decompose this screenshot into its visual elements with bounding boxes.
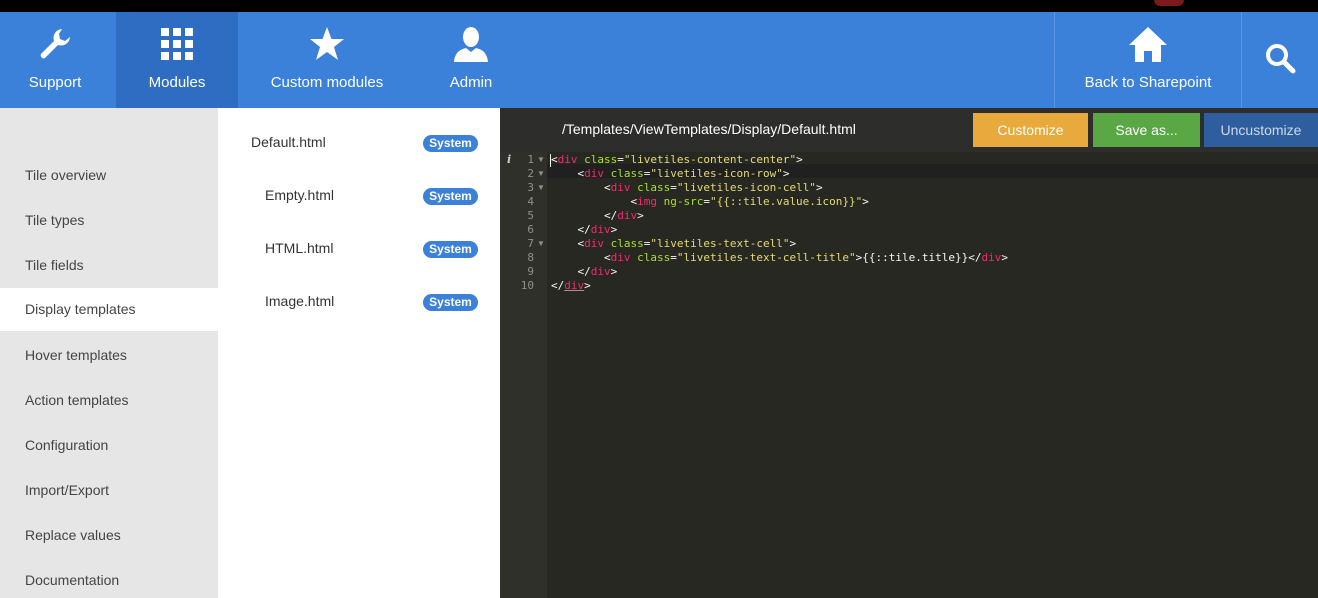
sidebar-item-configuration[interactable]: Configuration <box>0 430 218 460</box>
list-item[interactable]: HTML.html System <box>219 234 500 264</box>
grid-icon <box>116 26 238 62</box>
nav-admin[interactable]: Admin <box>416 12 526 108</box>
sidebar: Tile overview Tile types Tile fields Dis… <box>0 108 219 598</box>
sidebar-item-hover-templates[interactable]: Hover templates <box>0 340 218 370</box>
save-as-button[interactable]: Save as... <box>1093 113 1200 147</box>
code-line: </div> <box>551 223 618 236</box>
code-line: <div class="livetiles-content-center"> <box>551 153 803 166</box>
line-number: 10 <box>520 279 534 292</box>
status-badge: System <box>423 135 478 152</box>
sidebar-item-import-export[interactable]: Import/Export <box>0 475 218 505</box>
status-badge: System <box>423 294 478 311</box>
nav-modules-label: Modules <box>148 74 206 91</box>
back-to-sharepoint-button[interactable]: Back to Sharepoint <box>1054 12 1242 108</box>
search-icon <box>1242 40 1318 76</box>
wrench-icon <box>0 26 110 62</box>
line-number: 8 <box>527 251 534 264</box>
fold-arrow-icon[interactable]: ▼ <box>537 239 545 248</box>
code-line: </div> <box>551 265 618 278</box>
code-line: </div> <box>551 279 591 292</box>
list-item[interactable]: Default.html System <box>219 128 500 158</box>
back-to-sharepoint-label: Back to Sharepoint <box>1084 74 1212 91</box>
sidebar-item-documentation[interactable]: Documentation <box>0 565 218 595</box>
user-icon <box>416 26 526 62</box>
sidebar-item-display-templates[interactable]: Display templates <box>0 288 219 331</box>
top-strip <box>0 0 1318 12</box>
sidebar-item-tile-overview[interactable]: Tile overview <box>0 160 218 190</box>
nav-support[interactable]: Support <box>0 12 110 108</box>
line-number: 3 <box>527 181 534 194</box>
line-number: 9 <box>527 265 534 278</box>
code-line: <div class="livetiles-text-cell"> <box>551 237 797 250</box>
editor-toolbar: /Templates/ViewTemplates/Display/Default… <box>500 108 1318 152</box>
file-path: /Templates/ViewTemplates/Display/Default… <box>562 121 856 137</box>
star-icon <box>238 26 416 62</box>
code-line: <div class="livetiles-icon-cell"> <box>551 181 823 194</box>
code-line: </div> <box>551 209 644 222</box>
file-name: HTML.html <box>265 240 334 256</box>
info-icon: i <box>507 153 512 166</box>
nav-custom-modules[interactable]: Custom modules <box>238 12 416 108</box>
nav-admin-label: Admin <box>449 74 493 91</box>
code-line: <div class="livetiles-text-cell-title">{… <box>551 251 1009 264</box>
status-badge: System <box>423 241 478 258</box>
line-number: 2 <box>527 167 534 180</box>
line-number: 4 <box>527 195 534 208</box>
status-badge: System <box>423 188 478 205</box>
sidebar-item-action-templates[interactable]: Action templates <box>0 385 218 415</box>
editor-gutter: i 1 2 3 4 5 6 7 8 9 10 ▼ ▼ ▼ ▼ <box>500 152 547 598</box>
template-file-list: Default.html System Empty.html System HT… <box>219 108 500 598</box>
line-number: 5 <box>527 209 534 222</box>
file-name: Image.html <box>265 293 335 309</box>
file-name: Default.html <box>251 134 326 150</box>
line-number: 1 <box>527 153 534 166</box>
sidebar-item-replace-values[interactable]: Replace values <box>0 520 218 550</box>
brand-logo <box>1154 0 1184 6</box>
file-name: Empty.html <box>265 187 334 203</box>
line-number: 6 <box>527 223 534 236</box>
sidebar-item-tile-types[interactable]: Tile types <box>0 205 218 235</box>
nav-modules[interactable]: Modules <box>116 12 238 108</box>
top-nav: Support Modules Custom modules Admin Bac… <box>0 12 1318 108</box>
fold-arrow-icon[interactable]: ▼ <box>537 155 545 164</box>
nav-support-label: Support <box>28 74 82 91</box>
fold-arrow-icon[interactable]: ▼ <box>537 169 545 178</box>
home-icon <box>1055 26 1241 62</box>
search-button[interactable] <box>1242 12 1318 108</box>
nav-custom-modules-label: Custom modules <box>270 74 384 91</box>
list-item[interactable]: Empty.html System <box>219 181 500 211</box>
uncustomize-button[interactable]: Uncustomize <box>1204 113 1318 147</box>
line-number: 7 <box>527 237 534 250</box>
code-area[interactable] <box>547 152 1318 598</box>
sidebar-item-tile-fields[interactable]: Tile fields <box>0 250 218 280</box>
list-item[interactable]: Image.html System <box>219 287 500 317</box>
code-editor-panel: /Templates/ViewTemplates/Display/Default… <box>500 108 1318 598</box>
customize-button[interactable]: Customize <box>973 113 1088 147</box>
code-line: <img ng-src="{{::tile.value.icon}}"> <box>551 195 869 208</box>
fold-arrow-icon[interactable]: ▼ <box>537 183 545 192</box>
code-line: <div class="livetiles-icon-row"> <box>551 167 790 180</box>
